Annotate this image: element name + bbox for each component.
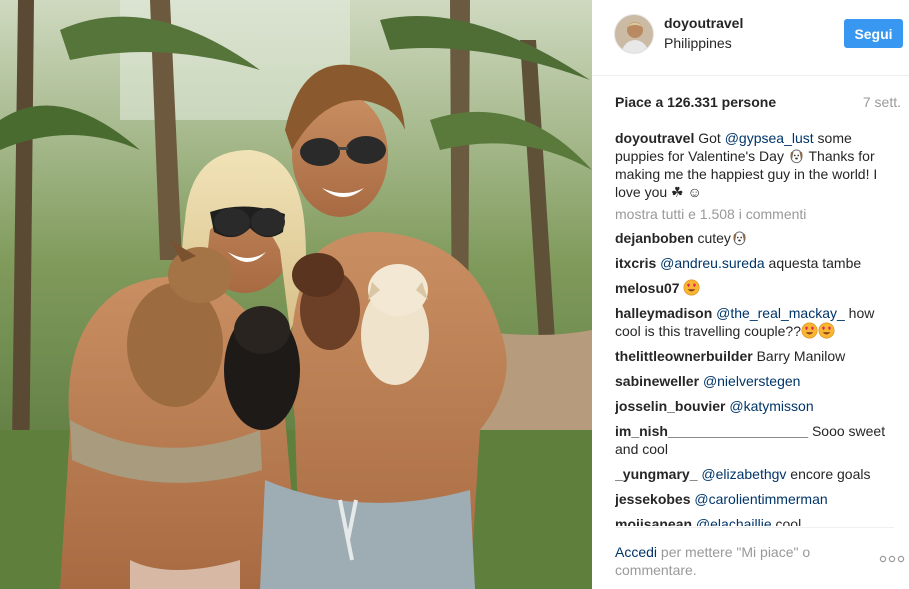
comment-username[interactable]: im_nish__________________: [615, 423, 808, 439]
comment-row: melosu07: [615, 279, 891, 297]
comment-username[interactable]: josselin_bouvier: [615, 398, 725, 414]
comment-row: halleymadison @the_real_mackay_ how cool…: [615, 304, 891, 340]
comment-row: jessekobes @carolientimmerman: [615, 490, 891, 508]
ellipsis-icon[interactable]: [879, 553, 905, 565]
comment-row: im_nish__________________ Sooo sweet and…: [615, 422, 891, 458]
mention-link[interactable]: @carolientimmerman: [694, 491, 827, 507]
login-prompt: Accedi per mettere "Mi piace" o commenta…: [615, 543, 855, 579]
dog-face-emoji: [733, 231, 746, 246]
comment-row: sabineweller @nielverstegen: [615, 372, 891, 390]
comment-username[interactable]: thelittleownerbuilder: [615, 348, 753, 364]
comment-username[interactable]: halleymadison: [615, 305, 712, 321]
heart-eyes-emoji: [683, 279, 700, 296]
show-all-comments-link[interactable]: mostra tutti e 1.508 i commenti: [615, 205, 891, 223]
comment-text: cutey: [693, 230, 731, 246]
comment-row: josselin_bouvier @katymisson: [615, 397, 891, 415]
login-link[interactable]: Accedi: [615, 544, 657, 560]
comment-username[interactable]: dejanboben: [615, 230, 694, 246]
comments-list[interactable]: doyoutravel Got @gypsea_lust some puppie…: [615, 129, 891, 526]
post-author-username[interactable]: doyoutravel: [664, 15, 743, 31]
comment-username[interactable]: itxcris: [615, 255, 656, 271]
avatar[interactable]: [614, 14, 654, 54]
comment-text: Barry Manilow: [752, 348, 846, 364]
comment-row: thelittleownerbuilder Barry Manilow: [615, 347, 891, 365]
follow-button[interactable]: Segui: [844, 19, 903, 48]
divider: [615, 527, 894, 528]
heart-eyes-emoji: [818, 322, 835, 339]
mention-link[interactable]: @the_real_mackay_: [716, 305, 845, 321]
dog-face-emoji: [790, 149, 803, 164]
mention-link[interactable]: @gypsea_lust: [725, 130, 814, 146]
post-age[interactable]: 7 sett.: [863, 94, 901, 110]
comment-row: itxcris @andreu.sureda aquesta tambe: [615, 254, 891, 272]
post-header: doyoutravel Philippines Segui: [592, 0, 909, 76]
photo-illustration: [0, 0, 592, 589]
comment-text: encore goals: [786, 466, 871, 482]
comment-username[interactable]: mojisanean: [615, 516, 692, 526]
post-location[interactable]: Philippines: [664, 35, 732, 51]
comment-text: cool: [771, 516, 802, 526]
comment-text: Got: [694, 130, 725, 146]
mention-link[interactable]: @elachaillie: [696, 516, 772, 526]
comment-username[interactable]: doyoutravel: [615, 130, 694, 146]
heart-eyes-emoji: [801, 322, 818, 339]
post-caption: doyoutravel Got @gypsea_lust some puppie…: [615, 129, 891, 201]
comment-items: dejanboben cutey itxcris @andreu.sureda a…: [615, 229, 891, 526]
mention-link[interactable]: @nielverstegen: [703, 373, 801, 389]
comment-row: dejanboben cutey: [615, 229, 891, 247]
comment-username[interactable]: jessekobes: [615, 491, 691, 507]
comment-username[interactable]: melosu07: [615, 280, 680, 296]
comment-row: _yungmary_ @elizabethgv encore goals: [615, 465, 891, 483]
comment-text: aquesta tambe: [764, 255, 862, 271]
comment-username[interactable]: sabineweller: [615, 373, 699, 389]
comment-username[interactable]: _yungmary_: [615, 466, 697, 482]
mention-link[interactable]: @katymisson: [729, 398, 813, 414]
post-photo[interactable]: [0, 0, 592, 589]
likes-count[interactable]: Piace a 126.331 persone: [615, 94, 776, 110]
avatar-image: [615, 15, 653, 53]
mention-link[interactable]: @elizabethgv: [701, 466, 786, 482]
comment-row: mojisanean @elachaillie cool: [615, 515, 891, 526]
mention-link[interactable]: @andreu.sureda: [660, 255, 765, 271]
post-sidebar: doyoutravel Philippines Segui Piace a 12…: [592, 0, 909, 589]
